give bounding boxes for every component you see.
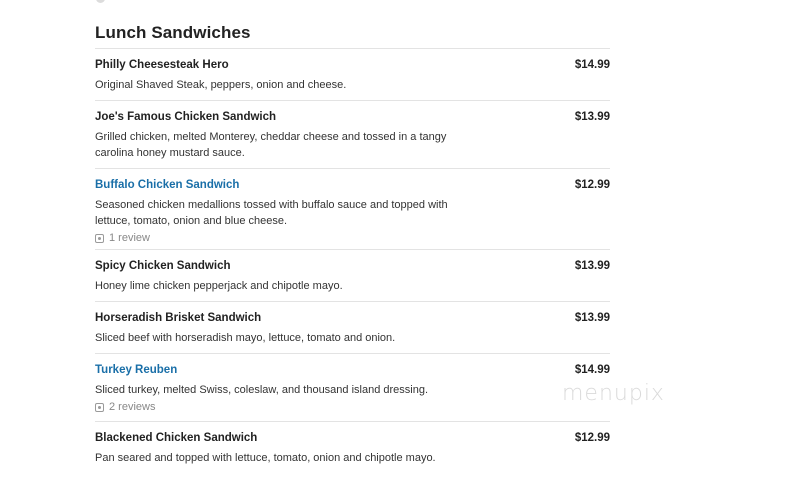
menu-item: Philly Cheesesteak Hero $14.99 Original …	[95, 48, 610, 101]
menu-item-price: $13.99	[574, 312, 610, 324]
menu-item: Turkey Reuben $14.99 Sliced turkey, melt…	[95, 353, 610, 422]
review-link[interactable]: 1 review	[95, 232, 150, 244]
menu-item-name: Spicy Chicken Sandwich	[95, 260, 231, 272]
top-edge-mark	[96, 0, 105, 3]
review-count: 1 review	[109, 232, 150, 244]
menu-item-price: $13.99	[574, 260, 610, 272]
menu-item-description: Sliced beef with horseradish mayo, lettu…	[95, 332, 396, 344]
menu-item-price: $13.99	[574, 111, 610, 123]
menu-item-description: Grilled chicken, melted Monterey, chedda…	[95, 131, 447, 159]
menu-item-name-link[interactable]: Turkey Reuben	[95, 364, 177, 376]
menu-item-name: Blackened Chicken Sandwich	[95, 432, 258, 444]
menu-item-price: $14.99	[574, 364, 610, 376]
menu-item: Joe's Famous Chicken Sandwich $13.99 Gri…	[95, 100, 610, 169]
menu-item-description: Sliced turkey, melted Swiss, coleslaw, a…	[95, 384, 429, 396]
menu-item-description: Seasoned chicken medallions tossed with …	[95, 199, 448, 227]
menu-item-description: Original Shaved Steak, peppers, onion an…	[95, 79, 347, 91]
review-icon	[95, 233, 104, 243]
menu-item-price: $14.99	[574, 59, 610, 71]
menu-item-name: Joe's Famous Chicken Sandwich	[95, 111, 277, 123]
menu-item: Horseradish Brisket Sandwich $13.99 Slic…	[95, 301, 610, 354]
review-link[interactable]: 2 reviews	[95, 401, 155, 413]
menu-item: Blackened Chicken Sandwich $12.99 Pan se…	[95, 421, 610, 474]
menu-item-description: Honey lime chicken pepperjack and chipot…	[95, 280, 343, 292]
review-count: 2 reviews	[109, 401, 156, 413]
menu-item: Spicy Chicken Sandwich $13.99 Honey lime…	[95, 249, 610, 302]
menu-item-name-link[interactable]: Buffalo Chicken Sandwich	[95, 179, 239, 191]
menu-item-name: Horseradish Brisket Sandwich	[95, 312, 262, 324]
menu-item-price: $12.99	[574, 179, 610, 191]
menu-item-price: $12.99	[574, 432, 610, 444]
review-icon	[95, 402, 104, 412]
menu-item-name: Philly Cheesesteak Hero	[95, 59, 229, 71]
menu-item: Buffalo Chicken Sandwich $12.99 Seasoned…	[95, 168, 610, 250]
menu-item-description: Pan seared and topped with lettuce, toma…	[95, 452, 436, 464]
section-title: Lunch Sandwiches	[95, 23, 251, 42]
